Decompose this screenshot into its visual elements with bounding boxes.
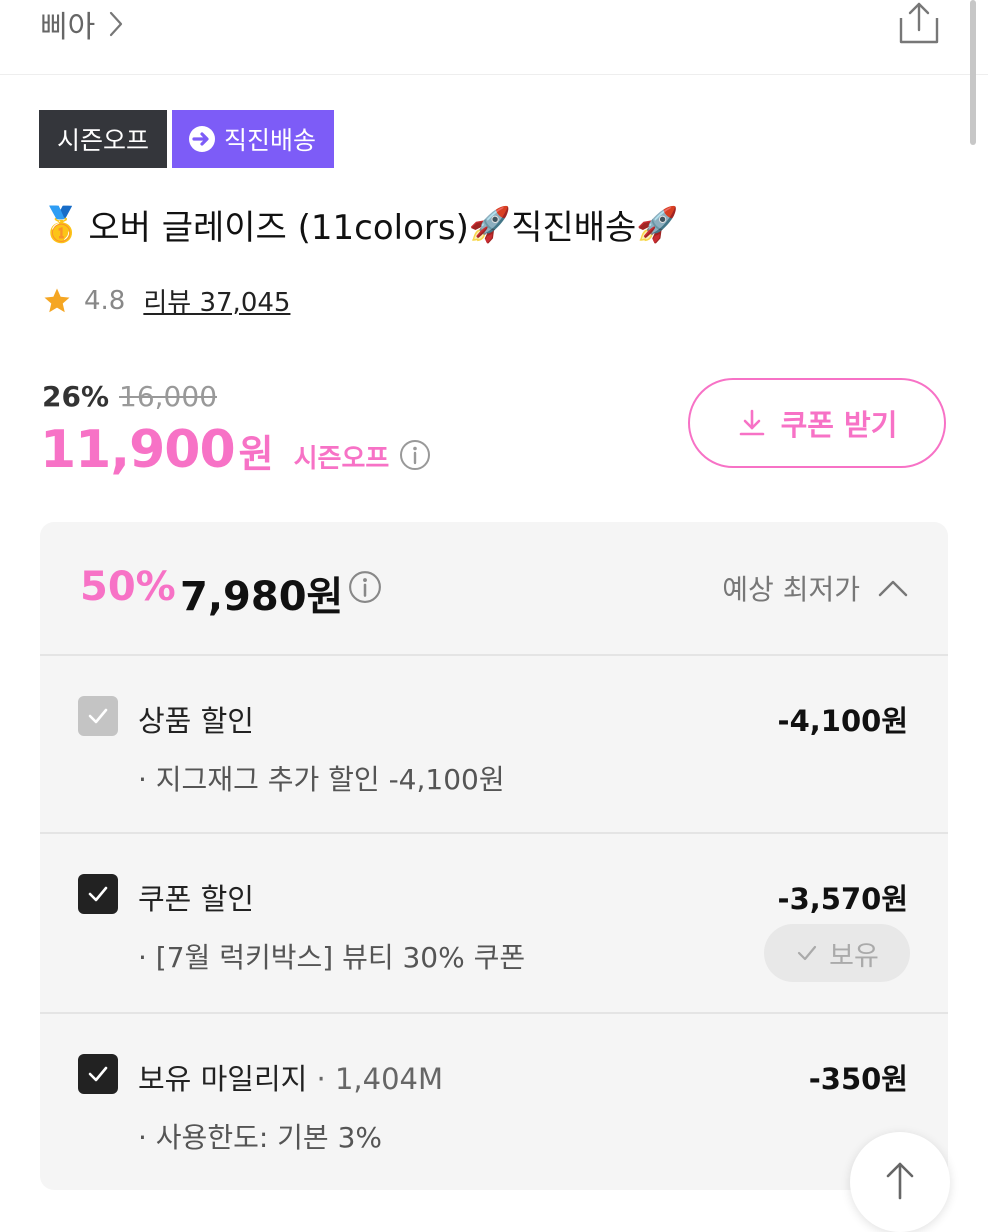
direct-delivery-badge: 직진배송: [172, 110, 335, 168]
product-discount-detail: · 지그재그 추가 할인 -4,100원: [138, 763, 505, 796]
best-price-value: 7,980원: [180, 574, 344, 620]
sale-price: 11,900: [40, 420, 236, 480]
lowest-price-panel: 50% 7,980원 예상 최저가 상품 할인 -4,100원 · 지그재그 추…: [40, 522, 948, 1190]
mileage-section: 보유 마일리지 · 1,404M -350원 · 사용한도: 기본 3%: [40, 1014, 948, 1190]
season-off-tag: 시즌오프: [293, 444, 390, 474]
mileage-amount: -350원: [808, 1062, 908, 1096]
product-discount-section: 상품 할인 -4,100원 · 지그재그 추가 할인 -4,100원: [40, 656, 948, 834]
mileage-balance: · 1,404M: [307, 1062, 444, 1096]
product-discount-checkbox[interactable]: [78, 696, 118, 736]
check-icon: [88, 886, 108, 902]
original-price: 16,000: [119, 380, 218, 413]
rating-row: 4.8 리뷰 37,045: [42, 282, 290, 319]
download-icon: [739, 409, 764, 436]
arrow-up-icon: [886, 1162, 914, 1200]
product-discount-amount: -4,100원: [777, 704, 908, 738]
discount-percent: 26%: [42, 380, 110, 413]
rocket-icon: 🚀: [636, 204, 679, 245]
review-link[interactable]: 리뷰 37,045: [143, 282, 290, 319]
rocket-icon: 🚀: [468, 204, 512, 245]
scroll-top-button[interactable]: [850, 1132, 950, 1232]
scrollbar[interactable]: [970, 0, 976, 145]
share-icon: [899, 2, 939, 44]
chevron-right-icon: [110, 11, 123, 37]
share-button[interactable]: [896, 0, 942, 46]
lowest-price-header[interactable]: 50% 7,980원 예상 최저가: [40, 522, 948, 656]
discount-row: 26% 16,000: [42, 380, 217, 413]
store-name: 삐아: [40, 10, 96, 45]
chevron-up-icon: [878, 580, 908, 597]
check-icon: [798, 945, 817, 961]
info-icon[interactable]: [348, 570, 382, 608]
info-icon[interactable]: [399, 439, 431, 475]
season-off-badge: 시즌오프: [39, 110, 168, 168]
product-title-text: 오버 글레이즈 (11colors): [88, 208, 469, 248]
currency-won: 원: [238, 432, 274, 476]
product-title: 🥇 오버 글레이즈 (11colors) 🚀 직진배송 🚀: [40, 200, 679, 249]
best-discount-percent: 50%: [80, 564, 176, 610]
coupon-discount-checkbox[interactable]: [78, 874, 118, 914]
rating-score: 4.8: [84, 285, 126, 316]
coupon-discount-section: 쿠폰 할인 -3,570원 · [7월 럭키박스] 뷰티 30% 쿠폰 보유: [40, 834, 948, 1014]
coupon-hold-button[interactable]: 보유: [764, 924, 910, 982]
product-discount-label: 상품 할인: [138, 704, 254, 738]
mileage-label: 보유 마일리지 · 1,404M: [138, 1062, 444, 1096]
coupon-discount-detail: · [7월 럭키박스] 뷰티 30% 쿠폰: [138, 941, 526, 974]
check-icon: [88, 1066, 108, 1082]
medal-icon: 🥇: [40, 204, 83, 245]
mileage-checkbox[interactable]: [78, 1054, 118, 1094]
lowest-price-toggle[interactable]: 예상 최저가: [722, 568, 908, 608]
check-icon: [88, 708, 108, 724]
season-off-badge-label: 시즌오프: [57, 126, 150, 155]
star-icon: [44, 288, 70, 312]
arrow-circle-icon: [189, 126, 216, 152]
get-coupon-label: 쿠폰 받기: [780, 408, 898, 442]
coupon-discount-label: 쿠폰 할인: [138, 882, 254, 916]
mileage-detail: · 사용한도: 기본 3%: [138, 1121, 383, 1154]
product-title-suffix: 직진배송: [511, 208, 637, 248]
get-coupon-button[interactable]: 쿠폰 받기: [688, 378, 946, 468]
price-row: 11,900 원 시즌오프: [40, 420, 431, 480]
store-link[interactable]: 삐아: [40, 2, 123, 46]
badge-group: 시즌오프 직진배송: [39, 110, 335, 168]
direct-delivery-badge-label: 직진배송: [224, 126, 317, 155]
coupon-discount-amount: -3,570원: [777, 882, 908, 916]
lowest-price-label: 예상 최저가: [722, 573, 860, 606]
coupon-hold-label: 보유: [829, 940, 879, 972]
top-bar: 삐아: [0, 0, 988, 75]
